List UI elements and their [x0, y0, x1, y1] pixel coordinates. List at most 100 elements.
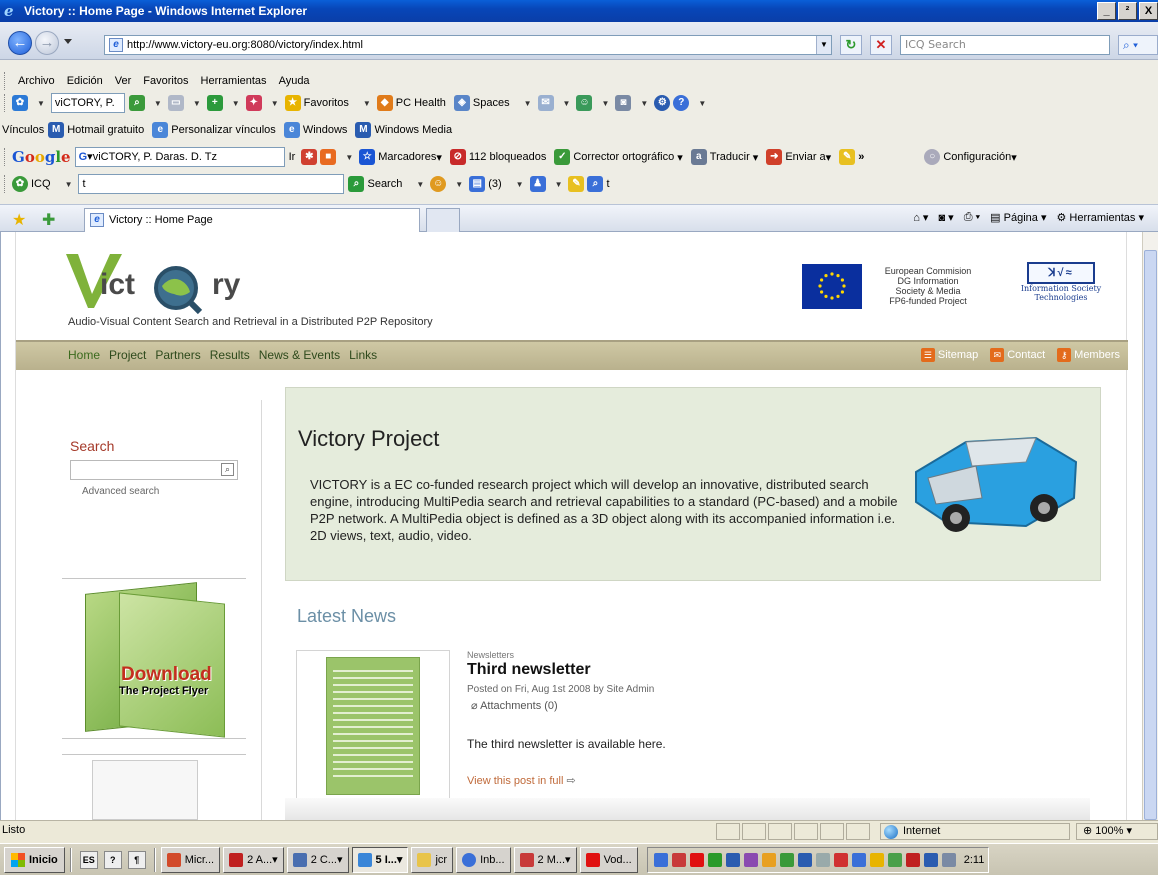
- menu-favoritos[interactable]: Favoritos: [143, 75, 188, 87]
- url-input[interactable]: e http://www.victory-eu.org:8080/victory…: [104, 35, 832, 55]
- url-dropdown-button[interactable]: ▼: [816, 36, 831, 54]
- news-title[interactable]: Third newsletter: [467, 661, 591, 679]
- butterfly-icon[interactable]: ✦: [245, 95, 262, 111]
- scrollbar-thumb[interactable]: [1144, 250, 1157, 820]
- close-button[interactable]: X: [1139, 2, 1158, 20]
- popup-blocker[interactable]: ⊘ 112 bloqueados: [449, 149, 546, 165]
- advanced-search-link[interactable]: Advanced search: [82, 486, 159, 497]
- new-tab-button[interactable]: [426, 208, 460, 233]
- google-logo[interactable]: Google: [12, 148, 71, 166]
- print-icon[interactable]: ⎙ ▾: [964, 211, 980, 224]
- tray-icon[interactable]: [743, 852, 758, 867]
- search-input[interactable]: ICQ Search: [900, 35, 1110, 55]
- pagerank-icon[interactable]: ✱: [301, 149, 318, 165]
- tray-icon[interactable]: [923, 852, 938, 867]
- news-attachments[interactable]: ⌀ Attachments (0): [471, 699, 558, 712]
- chevron-down-icon[interactable]: ▼: [563, 99, 571, 108]
- google-go-button[interactable]: Ir: [289, 151, 296, 163]
- language-indicator[interactable]: ES: [79, 850, 98, 869]
- link-windows-media[interactable]: M Windows Media: [355, 122, 452, 138]
- tray-icon[interactable]: [815, 852, 830, 867]
- spellcheck-button[interactable]: ✓ Corrector ortográfico ▾: [554, 149, 683, 165]
- task-acrobat[interactable]: 2 A... ▾: [223, 846, 284, 873]
- vertical-scrollbar[interactable]: [1142, 232, 1158, 820]
- task-m[interactable]: 2 M... ▾: [513, 846, 577, 873]
- favoritos-button[interactable]: ★ Favoritos: [284, 95, 349, 111]
- chevron-down-icon[interactable]: ▼: [601, 99, 609, 108]
- chevron-down-icon[interactable]: ▼: [154, 99, 162, 108]
- refresh-button[interactable]: ↻: [840, 35, 862, 55]
- add-favorite-icon[interactable]: ✚: [42, 210, 55, 230]
- icq-button[interactable]: ✿ ICQ: [12, 176, 51, 192]
- search-icon[interactable]: ⌕: [348, 176, 365, 192]
- plus-icon[interactable]: +: [206, 95, 223, 111]
- tray-icon[interactable]: [797, 852, 812, 867]
- back-button[interactable]: ←: [8, 31, 32, 55]
- chevron-down-icon[interactable]: ▼: [193, 99, 201, 108]
- chevron-down-icon[interactable]: ▼: [271, 99, 279, 108]
- link-hotmail[interactable]: M Hotmail gratuito: [48, 122, 144, 138]
- google-search-input[interactable]: G▾viCTORY, P. Daras. D. Tz: [74, 147, 285, 167]
- task-powerpoint[interactable]: Micr...: [160, 846, 221, 873]
- buddies-icon[interactable]: ☺: [576, 95, 593, 111]
- chevron-down-icon[interactable]: ▼: [455, 180, 463, 189]
- nav-home[interactable]: Home: [68, 348, 100, 362]
- menu-ver[interactable]: Ver: [115, 75, 132, 87]
- send-to-button[interactable]: ➜ Enviar a ▾: [766, 149, 831, 165]
- task-vodafone[interactable]: Vod...: [579, 846, 638, 873]
- chevron-down-icon[interactable]: ▼: [640, 99, 648, 108]
- tray-icon[interactable]: [833, 852, 848, 867]
- help-icon[interactable]: ?: [103, 850, 122, 869]
- tray-icon[interactable]: [905, 852, 920, 867]
- site-search-input[interactable]: ⌕: [70, 460, 238, 480]
- icq-find-button[interactable]: ⌕ t: [587, 176, 610, 192]
- chevron-down-icon[interactable]: ▼: [37, 99, 45, 108]
- settings-button[interactable]: ○ Configuración ▾: [924, 149, 1017, 165]
- task-c[interactable]: 2 C... ▾: [286, 846, 349, 873]
- chevron-down-icon[interactable]: ▼: [363, 99, 371, 108]
- mail-icon[interactable]: ✉: [537, 95, 554, 111]
- icq-messages-button[interactable]: ▤ (3): [469, 176, 502, 192]
- toolbar-grip[interactable]: [4, 94, 7, 112]
- chevron-down-icon[interactable]: ▼: [698, 99, 706, 108]
- highlighter-icon[interactable]: ✎: [839, 149, 856, 165]
- menu-archivo[interactable]: Archivo: [18, 75, 55, 87]
- tray-icon[interactable]: [869, 852, 884, 867]
- chevron-down-icon[interactable]: ▼: [524, 99, 532, 108]
- menu-herramientas[interactable]: Herramientas: [201, 75, 267, 87]
- msn-butterfly-icon[interactable]: ✿: [12, 95, 28, 111]
- icq-search-button[interactable]: Search: [367, 178, 402, 190]
- more-button[interactable]: »: [858, 151, 864, 163]
- news-category[interactable]: Newsletters: [467, 650, 514, 660]
- tray-icon[interactable]: [761, 852, 776, 867]
- chevron-down-icon[interactable]: ▼: [516, 180, 524, 189]
- highlighter-icon[interactable]: ✎: [568, 176, 585, 192]
- task-folder-jcr[interactable]: jcr: [411, 846, 454, 873]
- home-icon[interactable]: ⌂ ▾: [913, 211, 928, 224]
- newsletter-cover-image[interactable]: [296, 650, 450, 804]
- search-icon[interactable]: ⌕: [128, 95, 145, 111]
- options-icon[interactable]: ⚙: [654, 95, 671, 111]
- toolbar-grip[interactable]: [4, 175, 7, 193]
- chevron-down-icon[interactable]: ▼: [416, 180, 424, 189]
- toolbar-grip[interactable]: [4, 72, 7, 90]
- games-icon[interactable]: ☺: [430, 176, 447, 192]
- newsletter-thumbnail[interactable]: [92, 760, 198, 820]
- tray-icon[interactable]: [851, 852, 866, 867]
- nav-results[interactable]: Results: [210, 348, 250, 362]
- sitemap-link[interactable]: ☰ Sitemap: [920, 348, 978, 362]
- feeds-icon[interactable]: ◙ ▾: [938, 211, 953, 224]
- quick-launch-icon[interactable]: ¶: [127, 850, 146, 869]
- zoom-control[interactable]: ⊕ 100% ▾: [1076, 823, 1158, 840]
- search-icon[interactable]: ⌕ ▾: [1118, 35, 1158, 55]
- minimize-button[interactable]: _: [1097, 2, 1116, 20]
- page-menu[interactable]: ▤ Página ▾: [990, 211, 1046, 224]
- rss-icon[interactable]: ◙: [615, 95, 632, 111]
- nav-partners[interactable]: Partners: [155, 348, 200, 362]
- help-icon[interactable]: ?: [673, 95, 690, 111]
- toolbar-grip[interactable]: [4, 148, 7, 166]
- members-link[interactable]: ⚷ Members: [1057, 348, 1120, 362]
- pc-health-button[interactable]: ◆ PC Health: [376, 95, 446, 111]
- spaces-button[interactable]: ◈ Spaces: [453, 95, 510, 111]
- tray-icon[interactable]: [941, 852, 956, 867]
